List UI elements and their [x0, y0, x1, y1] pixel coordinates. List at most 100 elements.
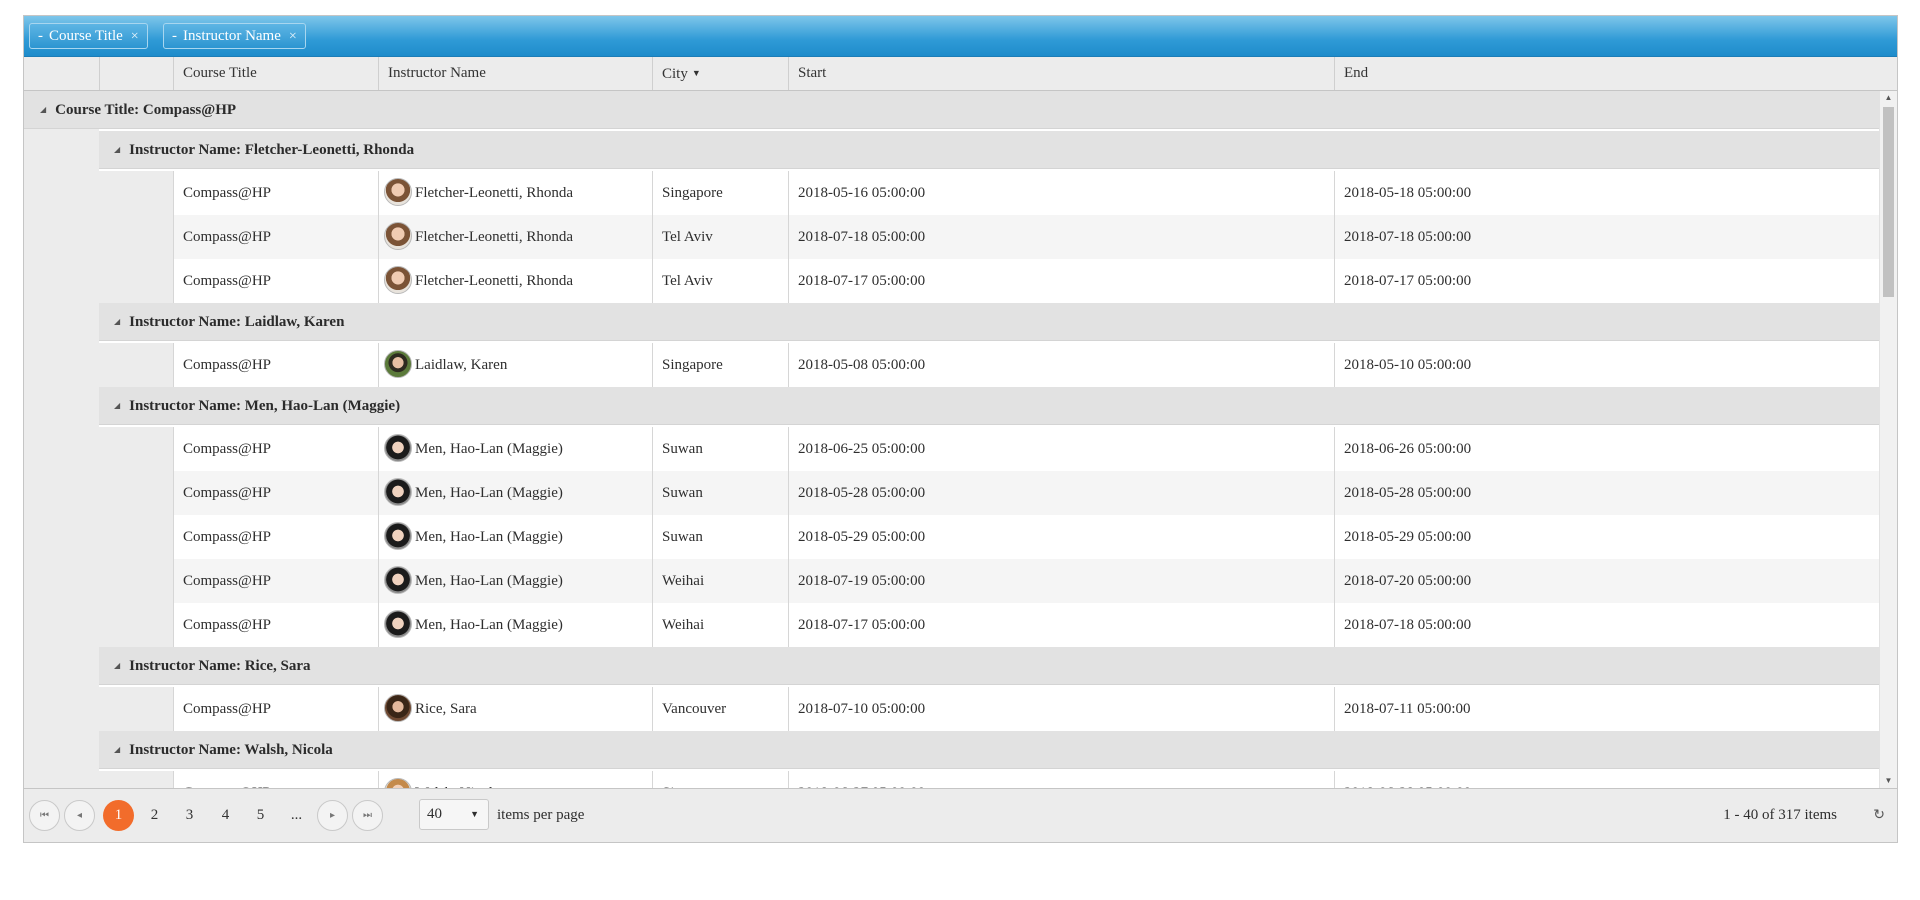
- cell-start: 2018-07-18 05:00:00: [788, 215, 1334, 259]
- table-row[interactable]: Compass@HP Rice, Sara Vancouver 2018-07-10 …: [173, 687, 1879, 731]
- cell-instructor-name: Men, Hao-Lan (Maggie): [378, 471, 652, 515]
- page-button-3[interactable]: 3: [174, 800, 205, 831]
- group-header-instructor[interactable]: ◢ Instructor Name: Rice, Sara: [99, 647, 1879, 685]
- table-row[interactable]: Compass@HP Men, Hao-Lan (Maggie) Suwan 2018…: [173, 515, 1879, 559]
- vertical-scrollbar[interactable]: ▲ ▼: [1879, 91, 1897, 788]
- next-page-icon: ▸: [329, 810, 336, 821]
- column-header-instructor-name[interactable]: Instructor Name: [378, 57, 652, 90]
- cell-city: Suwan: [652, 471, 788, 515]
- cell-end-text: 2018-07-11 05:00:00: [1344, 701, 1471, 717]
- cell-end: 2018-07-18 05:00:00: [1334, 603, 1880, 647]
- sort-direction-icon[interactable]: -: [38, 28, 43, 44]
- close-icon[interactable]: ×: [289, 29, 297, 44]
- cell-start-text: 2018-05-08 05:00:00: [798, 357, 926, 373]
- cell-city: Suwan: [652, 515, 788, 559]
- group-by-bar: - Course Title × - Instructor Name ×: [24, 16, 1897, 57]
- cell-course-title-text: Compass@HP: [183, 273, 271, 289]
- group-header-course-title[interactable]: ◢ Course Title: Compass@HP: [24, 91, 1879, 129]
- first-page-button[interactable]: ⏮: [29, 800, 60, 831]
- group-header-instructor[interactable]: ◢ Instructor Name: Men, Hao-Lan (Maggie): [99, 387, 1879, 425]
- cell-instructor-name-text: Men, Hao-Lan (Maggie): [415, 573, 563, 589]
- cell-start-text: 2018-05-28 05:00:00: [798, 485, 926, 501]
- table-row[interactable]: Compass@HP Fletcher-Leonetti, Rhonda Tel A…: [173, 259, 1879, 303]
- refresh-icon[interactable]: ↻: [1873, 800, 1885, 831]
- collapse-icon[interactable]: ◢: [114, 731, 120, 769]
- cell-instructor-name-text: Men, Hao-Lan (Maggie): [415, 529, 563, 545]
- avatar-sara: [384, 693, 412, 722]
- cell-instructor-name: Fletcher-Leonetti, Rhonda: [378, 259, 652, 303]
- page-button-1[interactable]: 1: [103, 800, 134, 831]
- column-header-course-title[interactable]: Course Title: [173, 57, 378, 90]
- group-chip-label: Course Title: [49, 28, 123, 44]
- cell-start-text: 2018-05-16 05:00:00: [798, 185, 926, 201]
- cell-course-title: Compass@HP: [173, 515, 378, 559]
- next-page-button[interactable]: ▸: [317, 800, 348, 831]
- group-chip-course-title[interactable]: - Course Title ×: [29, 23, 148, 49]
- page-button-2[interactable]: 2: [139, 800, 170, 831]
- table-row[interactable]: Compass@HP Laidlaw, Karen Singapore 2018-05…: [173, 343, 1879, 387]
- table-row[interactable]: Compass@HP Fletcher-Leonetti, Rhonda Tel A…: [173, 215, 1879, 259]
- cell-start-text: 2018-06-25 05:00:00: [798, 441, 926, 457]
- cell-city: Tel Aviv: [652, 215, 788, 259]
- cell-course-title-text: Compass@HP: [183, 185, 271, 201]
- cell-city: Weihai: [652, 559, 788, 603]
- sort-descending-icon[interactable]: ▼: [692, 68, 701, 78]
- cell-end: 2018-05-29 05:00:00: [1334, 515, 1880, 559]
- items-per-page-label: items per page: [497, 807, 585, 823]
- column-header-end[interactable]: End: [1334, 57, 1880, 90]
- cell-instructor-name-text: Fletcher-Leonetti, Rhonda: [415, 229, 573, 245]
- cell-instructor-name-text: Men, Hao-Lan (Maggie): [415, 485, 563, 501]
- table-row[interactable]: Compass@HP Men, Hao-Lan (Maggie) Weihai 201…: [173, 559, 1879, 603]
- cell-instructor-name: Men, Hao-Lan (Maggie): [378, 603, 652, 647]
- cell-city-text: Vancouver: [662, 701, 727, 717]
- column-header-row: Course Title Instructor Name City ▼ Start…: [24, 57, 1897, 91]
- last-page-button[interactable]: ⏭: [352, 800, 383, 831]
- collapse-icon[interactable]: ◢: [114, 131, 120, 169]
- table-row[interactable]: Compass@HP Fletcher-Leonetti, Rhonda Singa…: [173, 171, 1879, 215]
- group-header-instructor[interactable]: ◢ Instructor Name: Walsh, Nicola: [99, 731, 1879, 769]
- avatar-rhonda: [384, 265, 412, 294]
- group-header-instructor[interactable]: ◢ Instructor Name: Laidlaw, Karen: [99, 303, 1879, 341]
- cell-instructor-name: Rice, Sara: [378, 687, 652, 731]
- column-header-city[interactable]: City ▼: [652, 57, 788, 90]
- page-button-more[interactable]: ...: [281, 800, 312, 831]
- cell-instructor-name-text: Men, Hao-Lan (Maggie): [415, 441, 563, 457]
- cell-course-title-text: Compass@HP: [183, 573, 271, 589]
- previous-page-button[interactable]: ◂: [64, 800, 95, 831]
- cell-course-title-text: Compass@HP: [183, 617, 271, 633]
- table-row[interactable]: Compass@HPWalsh, NicolaSingapore2018-06-…: [173, 771, 1879, 788]
- column-header-start[interactable]: Start: [788, 57, 1334, 90]
- group-indent-column: [99, 171, 173, 303]
- cell-course-title: Compass@HP: [173, 427, 378, 471]
- sort-direction-icon[interactable]: -: [172, 28, 177, 44]
- close-icon[interactable]: ×: [131, 29, 139, 44]
- cell-city: Suwan: [652, 427, 788, 471]
- cell-course-title: Compass@HP: [173, 771, 378, 788]
- table-row[interactable]: Compass@HP Men, Hao-Lan (Maggie) Suwan 2018…: [173, 471, 1879, 515]
- scroll-down-icon[interactable]: ▼: [1880, 774, 1897, 788]
- cell-city-text: Singapore: [662, 185, 723, 201]
- collapse-icon[interactable]: ◢: [114, 387, 120, 425]
- chevron-down-icon: ▼: [470, 809, 479, 819]
- avatar-karen: [384, 349, 412, 378]
- cell-city: Vancouver: [652, 687, 788, 731]
- page-button-4[interactable]: 4: [210, 800, 241, 831]
- group-header-instructor[interactable]: ◢ Instructor Name: Fletcher-Leonetti, Rho…: [99, 131, 1879, 169]
- page-size-dropdown[interactable]: 40 ▼: [419, 799, 489, 830]
- cell-end: 2018-07-17 05:00:00: [1334, 259, 1880, 303]
- table-row[interactable]: Compass@HP Men, Hao-Lan (Maggie) Weihai 201…: [173, 603, 1879, 647]
- collapse-icon[interactable]: ◢: [114, 647, 120, 685]
- collapse-icon[interactable]: ◢: [40, 91, 46, 129]
- scroll-up-icon[interactable]: ▲: [1880, 91, 1897, 105]
- cell-start-text: 2018-05-29 05:00:00: [798, 529, 926, 545]
- group-indent-column: [99, 771, 173, 788]
- scrollbar-thumb[interactable]: [1883, 107, 1894, 297]
- page-button-5[interactable]: 5: [245, 800, 276, 831]
- table-row[interactable]: Compass@HP Men, Hao-Lan (Maggie) Suwan 2018…: [173, 427, 1879, 471]
- cell-city-text: Suwan: [662, 485, 703, 501]
- collapse-icon[interactable]: ◢: [114, 303, 120, 341]
- last-page-icon: ⏭: [363, 810, 372, 821]
- cell-instructor-name: Fletcher-Leonetti, Rhonda: [378, 171, 652, 215]
- group-chip-instructor-name[interactable]: - Instructor Name ×: [163, 23, 306, 49]
- avatar-maggie: [384, 521, 412, 550]
